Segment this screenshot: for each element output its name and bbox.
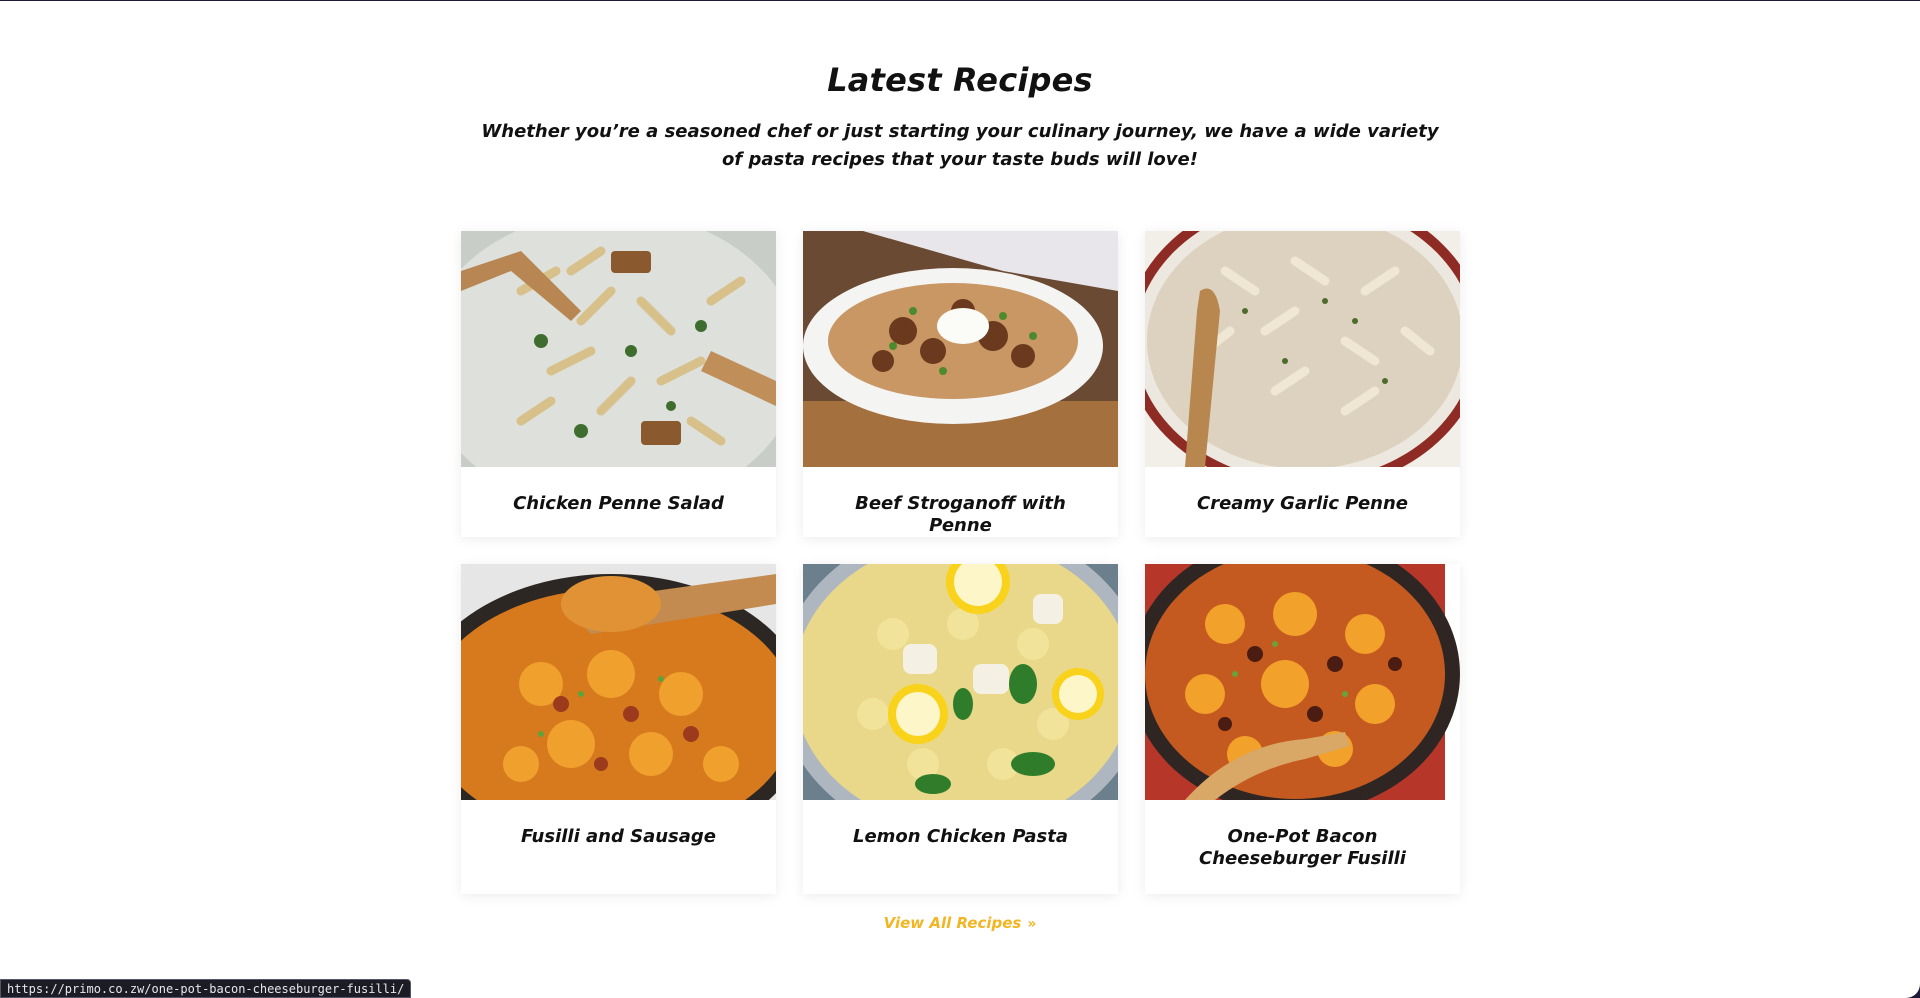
status-bar-url: https://primo.co.zw/one-pot-bacon-cheese… — [0, 979, 412, 998]
recipe-image[interactable] — [803, 231, 1118, 467]
recipe-card-beef-stroganoff[interactable]: Beef Stroganoff with Penne — [803, 231, 1118, 537]
recipe-title[interactable]: Creamy Garlic Penne — [1145, 467, 1460, 515]
recipe-card-lemon-chicken-pasta[interactable]: Lemon Chicken Pasta — [803, 564, 1118, 894]
recipe-card-bacon-cheeseburger-fusilli[interactable]: One-Pot Bacon Cheeseburger Fusilli — [1145, 564, 1460, 894]
recipe-card-chicken-penne-salad[interactable]: Chicken Penne Salad — [461, 231, 776, 537]
recipe-card-fusilli-sausage[interactable]: Fusilli and Sausage — [461, 564, 776, 894]
recipe-image[interactable] — [1145, 231, 1460, 467]
recipe-image[interactable] — [1145, 564, 1460, 800]
recipe-card-creamy-garlic-penne[interactable]: Creamy Garlic Penne — [1145, 231, 1460, 537]
recipe-title[interactable]: Fusilli and Sausage — [461, 800, 776, 848]
recipe-title[interactable]: One-Pot Bacon Cheeseburger Fusilli — [1145, 800, 1460, 870]
view-all-label[interactable]: View All Recipes — [884, 914, 1022, 932]
page: Latest Recipes Whether you’re a seasoned… — [0, 1, 1920, 998]
recipe-image[interactable] — [461, 564, 776, 800]
recipe-title[interactable]: Beef Stroganoff with Penne — [803, 467, 1118, 537]
recipe-image[interactable] — [461, 231, 776, 467]
recipe-title[interactable]: Lemon Chicken Pasta — [803, 800, 1118, 848]
recipe-title[interactable]: Chicken Penne Salad — [461, 467, 776, 515]
double-chevron-right-icon: » — [1027, 916, 1037, 932]
recipe-grid: Chicken Penne Salad Beef Stroganoff with… — [461, 231, 1460, 894]
recipe-image[interactable] — [803, 564, 1118, 800]
section-title: Latest Recipes — [827, 61, 1093, 99]
section-subtitle: Whether you’re a seasoned chef or just s… — [481, 121, 1439, 170]
view-all-recipes-link[interactable]: View All Recipes » — [0, 914, 1920, 932]
